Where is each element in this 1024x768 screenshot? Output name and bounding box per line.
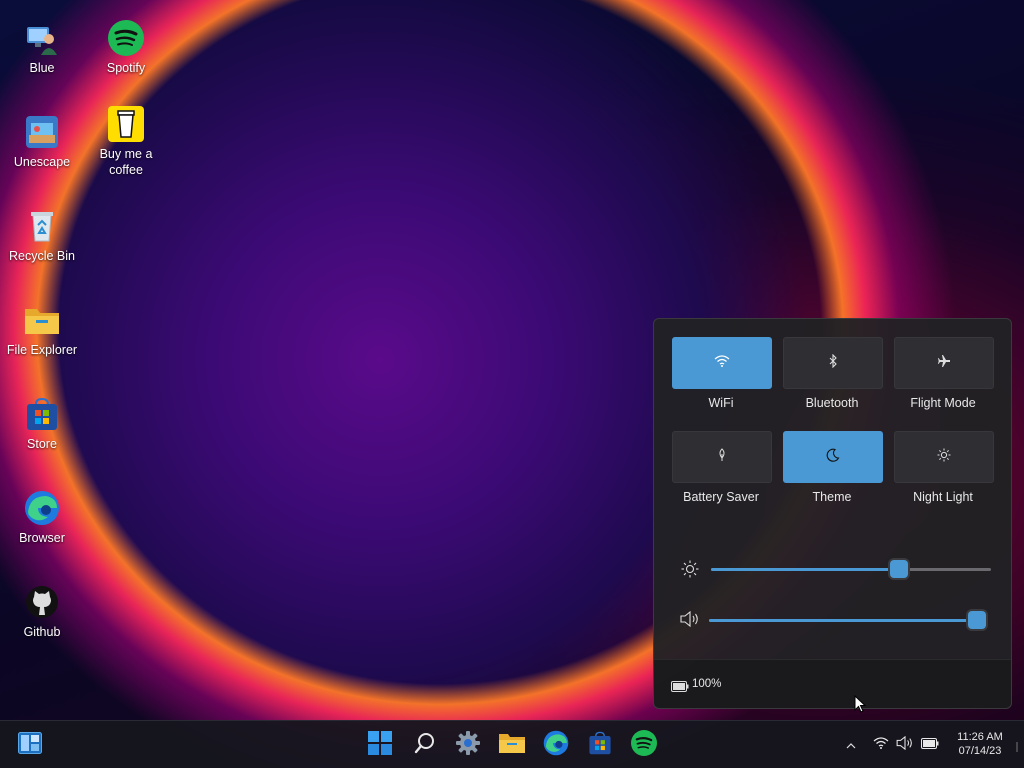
settings-button[interactable] [452,729,484,761]
airplane-icon [937,354,951,373]
moon-icon [826,448,840,467]
desktop-icon-recycle-bin[interactable]: Recycle Bin [0,208,84,264]
recycle-bin-icon [24,208,60,244]
show-desktop-button[interactable] [1014,739,1024,752]
quick-settings-panel: WiFi Bluetooth Flight Mode Battery Saver… [653,318,1012,709]
edge-icon [543,730,569,761]
desktop-icon-blue[interactable]: Blue [0,20,84,76]
desktop-icon-label: File Explorer [6,343,78,357]
battery-icon [921,736,939,754]
volume-slider-thumb[interactable] [968,611,986,629]
theme-toggle[interactable] [783,431,883,483]
wifi-icon [714,354,730,372]
clock-date: 07/14/23 [958,745,1002,757]
battery-percent: 100% [692,678,722,690]
tile-label-bluetooth: Bluetooth [805,396,859,410]
clock-time: 11:26 AM [957,731,1003,743]
desktop-icon-file-explorer[interactable]: File Explorer [0,302,84,358]
search-button[interactable] [409,729,441,761]
desktop-icon-label: Spotify [106,61,146,75]
desktop-icon-label: Buy me a coffee [99,147,153,177]
brightness-icon [681,560,699,583]
chevron-up-icon [846,736,856,754]
volume-icon [680,610,700,632]
brightness-slider-thumb[interactable] [890,560,908,578]
desktop-icon-label: Github [23,625,61,639]
volume-icon [896,735,914,755]
desktop-icon-unescape[interactable]: Unescape [0,114,84,170]
spotify-icon [631,729,657,761]
tray-overflow-button[interactable] [836,729,866,761]
search-icon [414,732,436,759]
tile-label-wifi: WiFi [708,396,734,410]
night-light-toggle[interactable] [894,431,994,483]
brightness-slider[interactable] [711,560,991,578]
taskbar: 11:26 AM 07/14/23 [0,720,1024,768]
clock[interactable]: 11:26 AM 07/14/23 [950,731,1010,761]
desktop-icon-buy-me-a-coffee[interactable]: Buy me a coffee [84,106,168,178]
desktop-icon-spotify[interactable]: Spotify [84,20,168,76]
spotify-button[interactable] [628,729,660,761]
tray-quick-settings-button[interactable] [868,729,944,761]
store-icon [24,396,60,432]
store-icon [588,731,612,760]
desktop-icon-label: Blue [29,61,55,75]
unescape-icon [24,114,60,150]
widgets-icon [18,731,42,759]
gear-icon [456,730,480,760]
edge-icon [24,490,60,526]
widgets-button[interactable] [14,729,46,761]
volume-slider-fill [709,619,977,622]
mouse-cursor [854,694,867,718]
store-button[interactable] [584,729,616,761]
tile-label-theme: Theme [812,490,852,504]
browser-button[interactable] [540,729,572,761]
tile-label-battery-saver: Battery Saver [683,490,759,504]
desktop-icon-store[interactable]: Store [0,396,84,452]
desktop-icon-label: Recycle Bin [9,249,75,263]
tile-label-flight-mode: Flight Mode [910,396,976,410]
desktop-icon-label: Browser [19,531,65,545]
coffee-icon [108,106,144,142]
desktop-icon-label: Store [27,437,57,451]
wifi-icon [873,736,889,754]
github-icon [24,584,60,620]
battery-saver-icon [717,447,727,467]
tile-label-night-light: Night Light [913,490,973,504]
battery-saver-toggle[interactable] [672,431,772,483]
quick-settings-footer: 100% [654,659,1011,708]
volume-slider[interactable] [709,611,986,629]
desktop-icon-github[interactable]: Github [0,584,84,640]
spotify-icon [108,20,144,56]
flight-mode-toggle[interactable] [894,337,994,389]
night-light-icon [937,448,951,467]
wifi-toggle[interactable] [672,337,772,389]
file-explorer-button[interactable] [496,729,528,761]
folder-icon [499,732,525,759]
user-icon [24,20,60,56]
bluetooth-icon [828,353,838,373]
windows-icon [368,730,392,760]
battery-icon [671,679,689,697]
desktop-icon-browser[interactable]: Browser [0,490,84,546]
folder-icon [24,302,60,338]
start-button[interactable] [364,729,396,761]
desktop-icon-label: Unescape [13,155,71,169]
bluetooth-toggle[interactable] [783,337,883,389]
brightness-slider-fill [711,568,899,571]
